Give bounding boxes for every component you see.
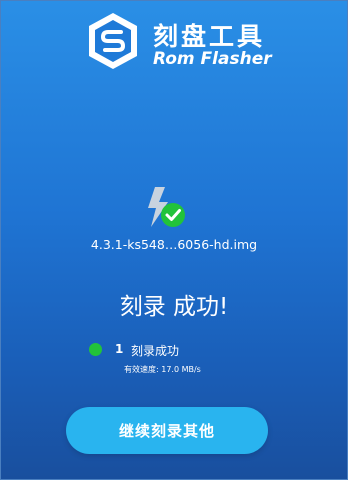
hexagon-s-logo-icon — [89, 13, 137, 69]
continue-flashing-button[interactable]: 继续刻录其他 — [66, 407, 268, 454]
rom-flasher-window: 刻盘工具 Rom Flasher 4.3.1-ks548…6056-hd.img… — [0, 0, 348, 480]
image-file-name: 4.3.1-ks548…6056-hd.img — [90, 237, 258, 252]
slot-status: 刻录成功 — [131, 344, 180, 358]
success-status-dot — [89, 343, 102, 356]
app-header: 刻盘工具 Rom Flasher — [85, 11, 325, 71]
slot-number: 1 — [115, 342, 124, 356]
result-title: 刻录 成功! — [119, 294, 229, 320]
app-subtitle: Rom Flasher — [153, 49, 272, 69]
effective-speed: 有效速度: 17.0 MB/s — [124, 365, 201, 374]
app-title: 刻盘工具 — [153, 22, 266, 51]
lightning-check-icon — [148, 187, 185, 227]
